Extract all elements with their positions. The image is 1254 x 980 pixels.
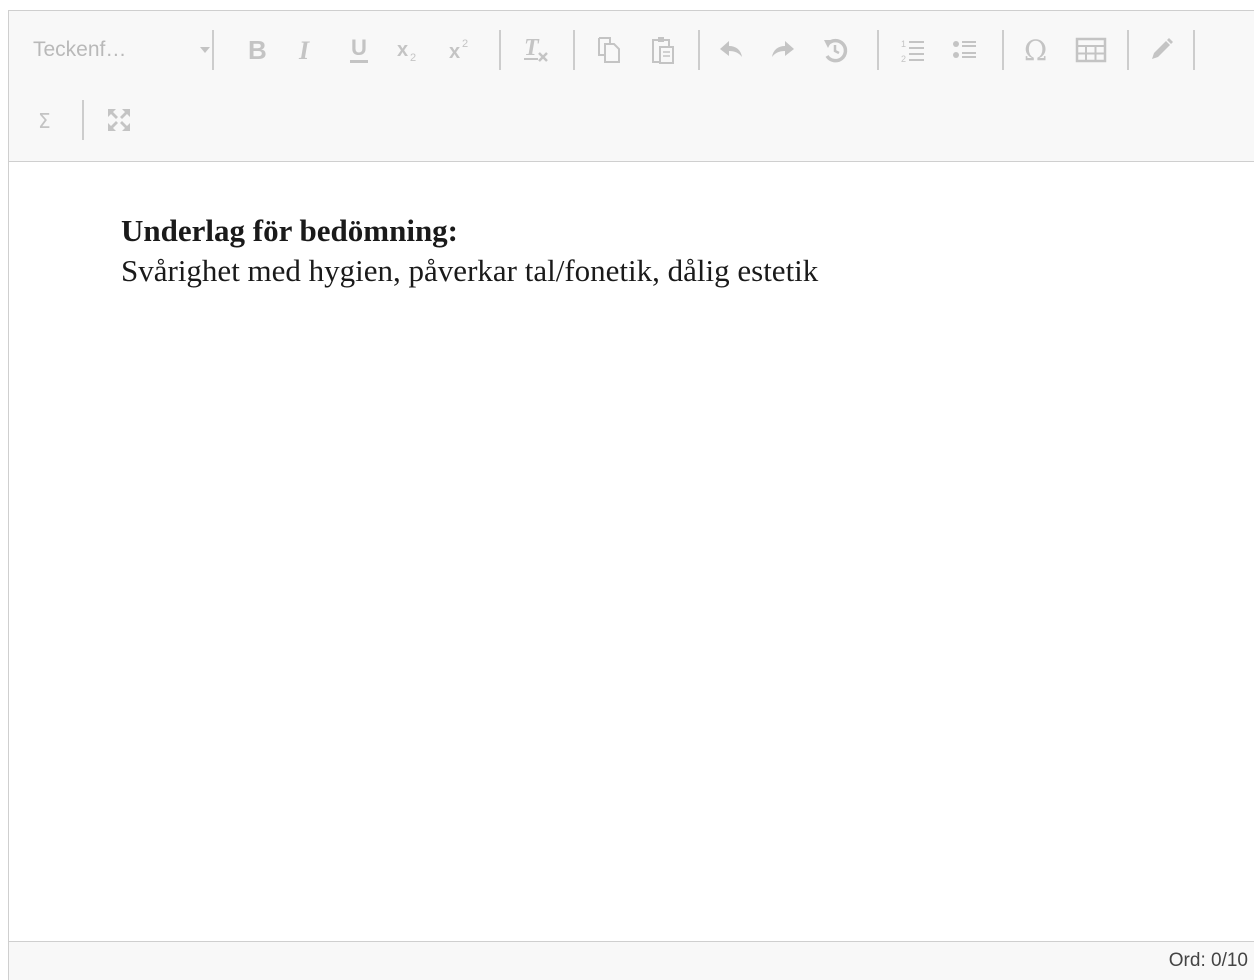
special-character-button[interactable]: Ω xyxy=(1017,20,1057,80)
bold-icon: B xyxy=(248,36,267,64)
svg-text:U: U xyxy=(351,35,367,60)
fullscreen-button[interactable] xyxy=(99,90,139,150)
table-icon xyxy=(1075,37,1107,63)
superscript-icon: x 2 xyxy=(449,38,468,63)
bulleted-list-icon xyxy=(953,41,976,58)
redo-button[interactable] xyxy=(763,20,803,80)
font-family-value: Teckenf… xyxy=(33,38,127,61)
omega-icon: Ω xyxy=(1024,35,1047,65)
toolbar-separator xyxy=(1193,30,1195,70)
numbered-list-button[interactable]: 1 2 xyxy=(893,20,933,80)
pencil-icon xyxy=(1152,38,1173,59)
toolbar-separator xyxy=(877,30,879,70)
bulleted-list-button[interactable] xyxy=(945,20,985,80)
editor-toolbar: Teckenf… B I U x 2 x 2 T 1 2 Ω Σ xyxy=(9,11,1254,162)
svg-text:x: x xyxy=(397,39,408,61)
paste-icon xyxy=(652,37,674,64)
svg-text:1: 1 xyxy=(901,39,906,49)
italic-button[interactable]: I xyxy=(287,20,327,80)
assessment-label: Underlag för bedömning: xyxy=(121,213,459,248)
svg-text:T: T xyxy=(524,35,540,61)
remove-format-icon: T xyxy=(524,35,548,62)
subscript-button[interactable]: x 2 xyxy=(389,20,429,80)
superscript-button[interactable]: x 2 xyxy=(441,20,481,80)
superscript-mark: 2 xyxy=(462,38,468,50)
toolbar-separator xyxy=(573,30,575,70)
editor-statusbar: Ord: 0/10 xyxy=(9,941,1254,980)
toolbar-separator xyxy=(212,30,214,70)
svg-text:x: x xyxy=(449,41,460,63)
toolbar-row-2: Σ xyxy=(9,90,1254,150)
assessment-text: Svårighet med hygien, påverkar tal/fonet… xyxy=(121,253,819,288)
toolbar-separator xyxy=(499,30,501,70)
toolbar-separator xyxy=(698,30,700,70)
italic-icon: I xyxy=(298,36,310,64)
svg-text:2: 2 xyxy=(901,54,906,64)
toolbar-separator xyxy=(82,100,84,140)
numbered-list-icon: 1 2 xyxy=(901,39,924,64)
sigma-glyph: Σ xyxy=(38,109,51,133)
word-count: Ord: 0/10 xyxy=(1168,950,1248,971)
omega-glyph: Ω xyxy=(1024,35,1047,65)
copy-icon xyxy=(598,37,620,63)
toolbar-separator xyxy=(1002,30,1004,70)
undo-icon xyxy=(720,41,742,57)
svg-text:I: I xyxy=(298,36,310,64)
chevron-down-icon xyxy=(200,47,210,53)
editor-content-area[interactable]: Underlag för bedömning: Svårighet med hy… xyxy=(121,211,1234,291)
remove-format-button[interactable]: T xyxy=(514,20,560,80)
sigma-icon: Σ xyxy=(38,109,51,133)
underline-icon: U xyxy=(350,35,368,63)
subscript-mark: 2 xyxy=(410,52,416,64)
font-family-dropdown[interactable]: Teckenf… xyxy=(33,20,218,80)
svg-text:B: B xyxy=(248,36,267,64)
underline-button[interactable]: U xyxy=(339,20,379,80)
bold-button[interactable]: B xyxy=(235,20,279,80)
table-button[interactable] xyxy=(1069,20,1113,80)
math-button[interactable]: Σ xyxy=(31,90,65,150)
toolbar-row-1: Teckenf… B I U x 2 x 2 T 1 2 Ω xyxy=(9,20,1254,80)
reset-button[interactable] xyxy=(815,20,855,80)
draw-button[interactable] xyxy=(1141,20,1181,80)
undo-button[interactable] xyxy=(711,20,751,80)
redo-icon xyxy=(772,41,794,57)
toolbar-separator xyxy=(1127,30,1129,70)
reset-icon xyxy=(824,38,848,63)
fullscreen-icon xyxy=(108,109,130,131)
rich-text-editor: Teckenf… B I U x 2 x 2 T 1 2 Ω Σ Underla… xyxy=(8,10,1254,980)
subscript-icon: x 2 xyxy=(397,39,416,64)
copy-button[interactable] xyxy=(589,20,629,80)
paste-button[interactable] xyxy=(643,20,683,80)
